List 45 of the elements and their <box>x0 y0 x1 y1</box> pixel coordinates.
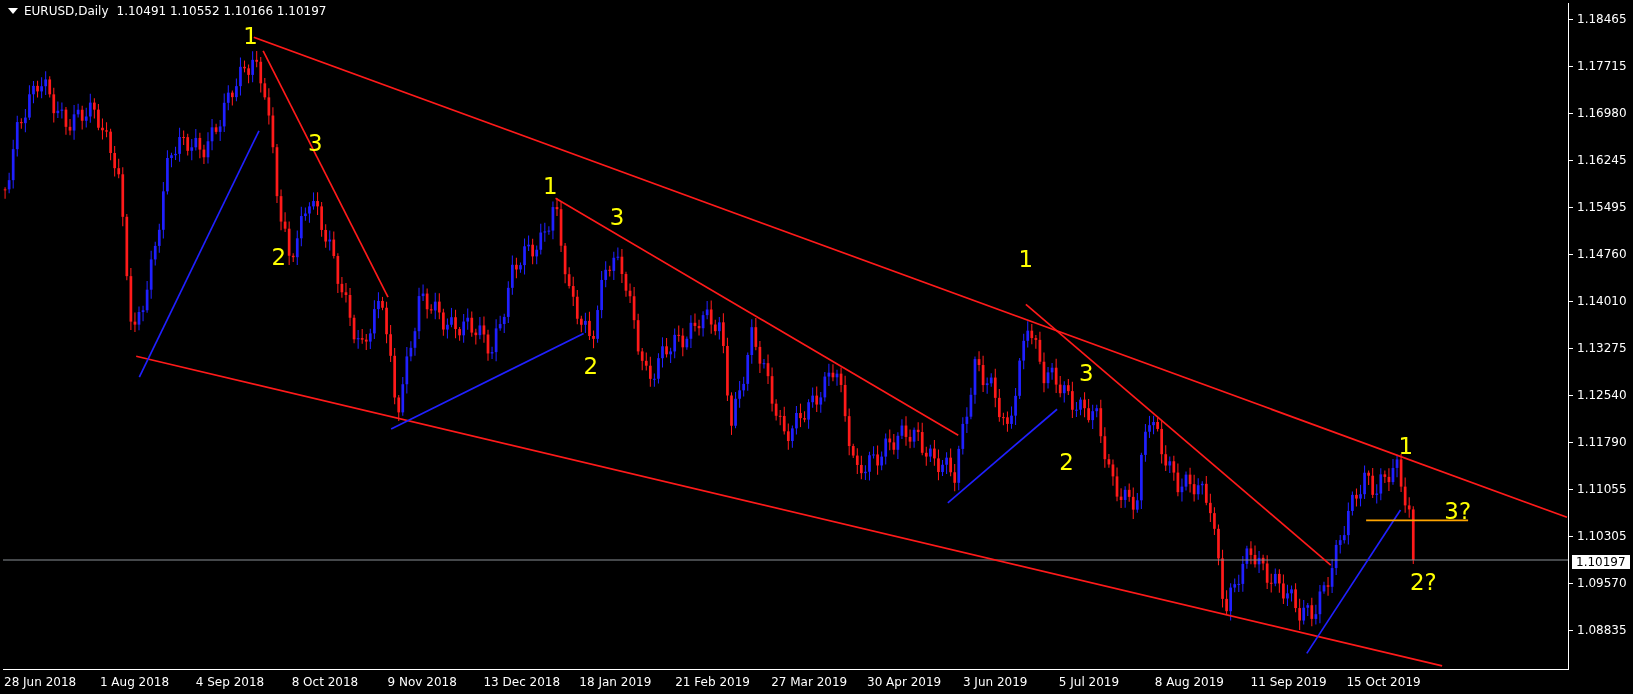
wave-label: 3? <box>1444 498 1472 525</box>
wave-label: 3 <box>609 204 625 231</box>
price-label: 1.17715 <box>1577 59 1627 73</box>
date-label: 15 Oct 2019 <box>1346 675 1421 689</box>
wave-label: 3 <box>1078 360 1094 387</box>
date-label: 27 Mar 2019 <box>771 675 848 689</box>
date-label: 30 Apr 2019 <box>867 675 942 689</box>
price-label: 1.08835 <box>1577 623 1627 637</box>
date-label: 21 Feb 2019 <box>675 675 750 689</box>
price-label: 1.18465 <box>1577 12 1627 26</box>
wave-label: 3 <box>307 129 323 156</box>
quote-values: 1.10491 1.10552 1.10166 1.10197 <box>116 4 327 18</box>
price-label: 1.14760 <box>1577 247 1627 261</box>
wave-label: 1 <box>1398 432 1413 459</box>
price-label: 1.14010 <box>1577 294 1627 308</box>
wave-label: 2 <box>1059 448 1074 475</box>
date-label: 9 Nov 2018 <box>387 675 457 689</box>
dropdown-icon[interactable] <box>8 8 18 14</box>
date-label: 13 Dec 2018 <box>483 675 561 689</box>
date-label: 5 Jul 2019 <box>1058 675 1120 689</box>
wave-label: 2 <box>271 243 287 270</box>
symbol-label: EURUSD,Daily <box>24 4 109 18</box>
price-label: 1.12540 <box>1577 388 1627 402</box>
price-label: 1.11790 <box>1577 435 1627 449</box>
date-label: 1 Aug 2018 <box>99 675 170 689</box>
date-label: 18 Jan 2019 <box>579 675 652 689</box>
price-label: 1.09570 <box>1577 576 1627 590</box>
date-label: 8 Oct 2018 <box>291 675 359 689</box>
price-label: 1.15495 <box>1577 200 1627 214</box>
wave-label: 1 <box>543 173 558 200</box>
wave-label: 1 <box>1018 245 1034 272</box>
wave-label: 1 <box>243 22 258 49</box>
date-label: 8 Aug 2019 <box>1154 675 1224 689</box>
date-label: 11 Sep 2019 <box>1250 675 1327 689</box>
wave-label: 2? <box>1410 569 1437 596</box>
date-label: 3 Jun 2019 <box>962 675 1028 689</box>
price-label: 1.13275 <box>1577 341 1627 355</box>
price-label: 1.10305 <box>1577 529 1627 543</box>
price-label: 1.16245 <box>1577 153 1627 167</box>
date-label: 28 Jun 2018 <box>4 675 77 689</box>
price-label: 1.11055 <box>1577 482 1627 496</box>
current-price-label: 1.10197 <box>1572 555 1630 569</box>
price-label: 1.16980 <box>1577 106 1627 120</box>
wave-label: 2 <box>583 352 599 379</box>
date-label: 4 Sep 2018 <box>195 675 265 689</box>
